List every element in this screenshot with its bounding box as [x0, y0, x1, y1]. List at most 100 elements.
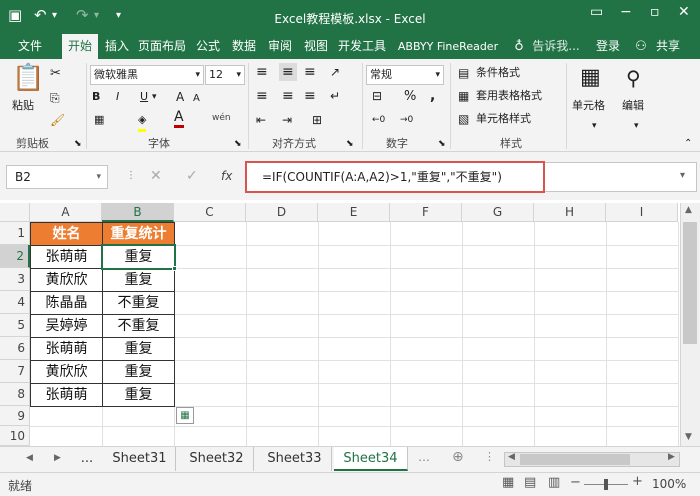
prev-sheet-icon[interactable]: ◀ [26, 453, 33, 463]
share-button[interactable]: 共享 [648, 34, 688, 59]
row-header-2[interactable]: 2 [0, 245, 30, 268]
next-sheet-icon[interactable]: ▶ [54, 453, 61, 463]
zoom-level[interactable]: 100% [652, 477, 686, 491]
chevron-down-icon[interactable]: ▾ [634, 117, 639, 135]
chevron-down-icon[interactable]: ▾ [152, 88, 157, 106]
zoom-slider-thumb[interactable] [604, 479, 608, 490]
cells-button[interactable]: 单元格 [572, 97, 605, 115]
splitter-icon[interactable]: ⋮ [484, 450, 495, 463]
bold-button[interactable]: B [92, 88, 100, 106]
login-link[interactable]: 登录 [590, 34, 626, 59]
table-cell[interactable]: 黄欣欣 [30, 360, 103, 384]
maximize-icon[interactable]: ▫ [650, 4, 660, 20]
sheet-tab-ellipsis[interactable]: ... [70, 447, 104, 471]
row-header-7[interactable]: 7 [0, 360, 30, 383]
column-header-b[interactable]: B [102, 203, 174, 222]
increase-decimal-icon[interactable]: ←0 [372, 111, 385, 129]
quick-analysis-icon[interactable]: ▦ [176, 407, 194, 424]
row-header-4[interactable]: 4 [0, 291, 30, 314]
table-cell[interactable]: 陈晶晶 [30, 291, 103, 315]
table-cell[interactable]: 张萌萌 [30, 245, 103, 269]
paste-icon[interactable]: 📋 [12, 63, 44, 93]
column-header-h[interactable]: H [534, 203, 606, 222]
zoom-in-icon[interactable]: + [632, 474, 643, 489]
row-header-1[interactable]: 1 [0, 222, 30, 245]
accounting-format-icon[interactable]: ⊟ [372, 87, 382, 105]
more-sheets-icon[interactable]: … [418, 450, 430, 464]
row-header-6[interactable]: 6 [0, 337, 30, 360]
sheet-tab-sheet33[interactable]: Sheet33 [258, 447, 332, 471]
table-cell[interactable]: 重复 [102, 268, 175, 292]
sheet-tab-sheet32[interactable]: Sheet32 [180, 447, 254, 471]
minimize-icon[interactable]: − [620, 4, 632, 20]
orientation-icon[interactable]: ↗ [330, 63, 340, 81]
tab-abbyy[interactable]: ABBYY FineReader [390, 34, 506, 59]
enter-icon[interactable]: ✓ [186, 168, 198, 184]
scroll-right-icon[interactable]: ▶ [668, 452, 675, 462]
table-cell[interactable]: 重复 [102, 337, 175, 361]
clipboard-launcher-icon[interactable]: ⬊ [74, 135, 82, 153]
tab-data[interactable]: 数据 [226, 34, 262, 59]
percent-button[interactable]: % [404, 88, 416, 106]
tab-file[interactable]: 文件 [8, 34, 52, 59]
column-header-g[interactable]: G [462, 203, 534, 222]
borders-icon[interactable]: ▦ [94, 111, 104, 129]
comma-button[interactable]: , [430, 87, 435, 105]
collapse-ribbon-icon[interactable]: ⌃ [684, 135, 692, 153]
font-grow-icon[interactable]: A [176, 88, 184, 106]
table-cell[interactable]: 张萌萌 [30, 337, 103, 361]
tab-view[interactable]: 视图 [298, 34, 334, 59]
paste-label[interactable]: 粘贴 [12, 97, 34, 115]
fill-handle[interactable] [172, 266, 177, 271]
number-format-select[interactable]: 常规 ▾ [366, 65, 444, 85]
tab-page-layout[interactable]: 页面布局 [134, 34, 190, 59]
underline-button[interactable]: U [140, 88, 148, 106]
align-center-icon[interactable]: ≡ [282, 87, 294, 105]
font-size-select[interactable]: 12 ▾ [205, 65, 245, 85]
table-cell[interactable]: 重复 [102, 383, 175, 407]
conditional-format-button[interactable]: 条件格式 [476, 64, 520, 82]
font-color-icon[interactable]: A [174, 109, 184, 128]
tab-formulas[interactable]: 公式 [190, 34, 226, 59]
decrease-decimal-icon[interactable]: →0 [400, 111, 413, 129]
copy-icon[interactable]: ⎘ [50, 89, 60, 107]
column-header-a[interactable]: A [30, 203, 102, 222]
align-top-icon[interactable]: ≡ [256, 63, 268, 81]
font-name-select[interactable]: 微软雅黑 ▾ [90, 65, 204, 85]
close-icon[interactable]: ✕ [678, 4, 690, 20]
table-cell[interactable]: 吴婷婷 [30, 314, 103, 338]
font-launcher-icon[interactable]: ⬊ [234, 135, 242, 153]
name-box[interactable]: B2 ▾ [6, 165, 108, 189]
tab-review[interactable]: 审阅 [262, 34, 298, 59]
tab-home[interactable]: 开始 [62, 34, 98, 59]
cells-icon[interactable]: ▦ [580, 65, 601, 91]
new-sheet-icon[interactable]: ⊕ [452, 449, 464, 465]
tell-me-search[interactable]: 告诉我... [528, 34, 584, 59]
alignment-launcher-icon[interactable]: ⬊ [346, 135, 354, 153]
column-header-e[interactable]: E [318, 203, 390, 222]
expand-formula-icon[interactable]: ▾ [680, 170, 685, 181]
scroll-up-icon[interactable]: ▲ [685, 205, 692, 215]
align-bottom-icon[interactable]: ≡ [304, 63, 316, 81]
header-cell-dup[interactable]: 重复统计 [102, 222, 175, 246]
table-cell[interactable]: 黄欣欣 [30, 268, 103, 292]
table-cell[interactable]: 不重复 [102, 314, 175, 338]
insert-function-button[interactable]: fx [221, 169, 232, 183]
decrease-indent-icon[interactable]: ⇤ [256, 111, 266, 129]
sheet-tab-sheet31[interactable]: Sheet31 [104, 447, 176, 471]
cell-style-button[interactable]: 单元格样式 [476, 110, 531, 128]
align-middle-icon[interactable]: ≡ [279, 63, 297, 81]
page-break-view-icon[interactable]: ▥ [548, 475, 560, 490]
ribbon-display-icon[interactable]: ▭ [590, 4, 603, 20]
column-header-c[interactable]: C [174, 203, 246, 222]
editing-button[interactable]: 编辑 [622, 97, 644, 115]
cancel-icon[interactable]: ✕ [150, 168, 162, 184]
align-right-icon[interactable]: ≡ [304, 87, 316, 105]
normal-view-icon[interactable]: ▦ [502, 475, 514, 490]
scrollbar-thumb[interactable] [683, 222, 697, 344]
tab-developer[interactable]: 开发工具 [334, 34, 390, 59]
table-format-button[interactable]: 套用表格格式 [476, 87, 542, 105]
increase-indent-icon[interactable]: ⇥ [282, 111, 292, 129]
header-cell-name[interactable]: 姓名 [30, 222, 103, 246]
zoom-out-icon[interactable]: − [570, 475, 581, 490]
